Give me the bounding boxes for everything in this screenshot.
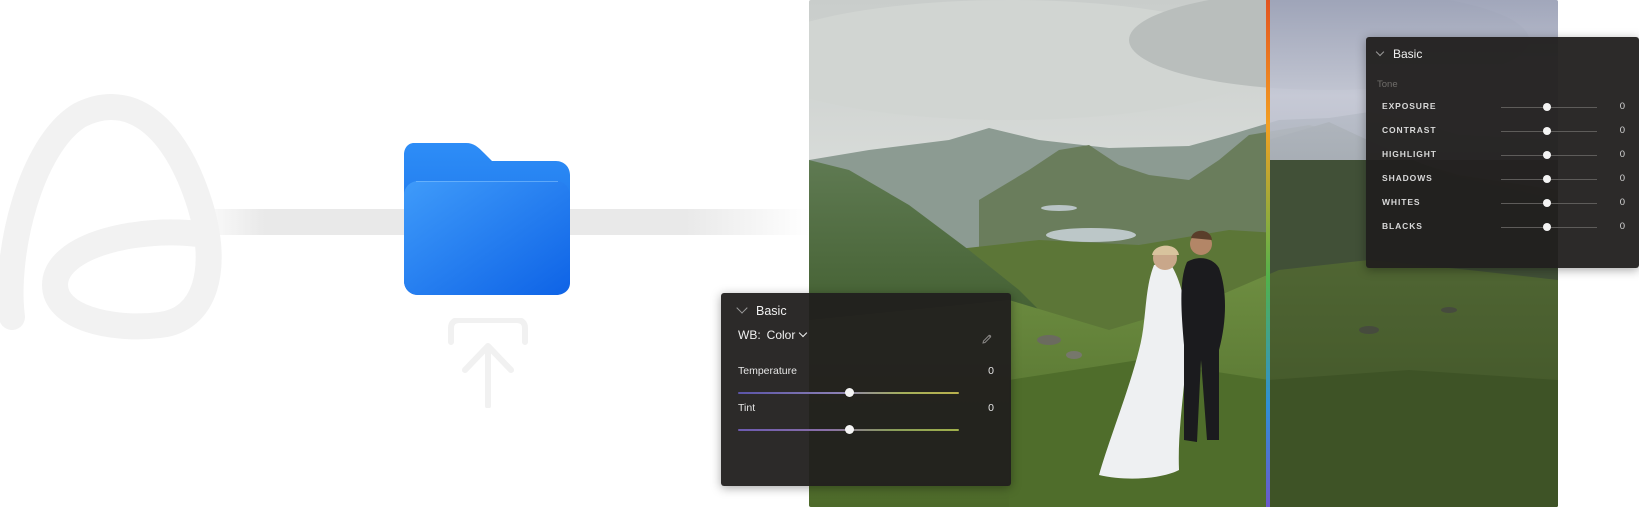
slider-label: HIGHLIGHT [1382,149,1437,159]
slider-label-temperature: Temperature [738,365,797,377]
brand-logo-icon [0,94,222,340]
temperature-slider-knob[interactable] [845,388,854,397]
chevron-down-icon[interactable] [736,302,748,314]
whites-slider-knob[interactable] [1543,199,1551,207]
exposure-slider-knob[interactable] [1543,103,1551,111]
wb-label: WB: [738,328,761,342]
upload-arrow-icon [448,318,528,408]
slider-label-tint: Tint [738,402,756,414]
slider-label: CONTRAST [1382,125,1437,135]
eyedropper-icon[interactable] [981,333,993,345]
tint-slider-knob[interactable] [845,425,854,434]
blacks-slider-knob[interactable] [1543,223,1551,231]
slider-label: SHADOWS [1382,173,1433,183]
section-label: Tone [1377,79,1398,90]
tone-row-contrast: CONTRAST 0 [1366,123,1639,141]
panel-title: Basic [1393,47,1423,61]
panel-title: Basic [756,304,787,318]
slider-value-tint: 0 [988,402,994,414]
tone-panel: Basic Tone EXPOSURE 0 CONTRAST 0 HIGHLIG… [1366,37,1639,268]
slider-value: 0 [1619,197,1625,208]
folder-icon[interactable] [404,143,570,295]
slider-value: 0 [1619,125,1625,136]
slider-value: 0 [1619,173,1625,184]
tone-row-shadows: SHADOWS 0 [1366,171,1639,189]
wb-value: Color [766,328,796,342]
slider-value: 0 [1619,221,1625,232]
slider-value: 0 [1619,101,1625,112]
tone-row-exposure: EXPOSURE 0 [1366,99,1639,117]
chevron-down-icon [799,328,808,338]
tone-row-blacks: BLACKS 0 [1366,219,1639,237]
tone-row-highlight: HIGHLIGHT 0 [1366,147,1639,165]
contrast-slider-knob[interactable] [1543,127,1551,135]
slider-value: 0 [1619,149,1625,160]
slider-label: BLACKS [1382,221,1423,231]
chevron-down-icon[interactable] [1375,47,1385,57]
wb-selector[interactable]: WB: Color [738,328,808,342]
slider-label: WHITES [1382,197,1421,207]
slider-label: EXPOSURE [1382,101,1437,111]
wb-panel: Basic WB: Color Temperature 0 Tint 0 [721,293,1011,486]
highlight-slider-knob[interactable] [1543,151,1551,159]
tone-row-whites: WHITES 0 [1366,195,1639,213]
slider-value-temperature: 0 [988,365,994,377]
before-after-split-line[interactable] [1266,0,1270,507]
shadows-slider-knob[interactable] [1543,175,1551,183]
